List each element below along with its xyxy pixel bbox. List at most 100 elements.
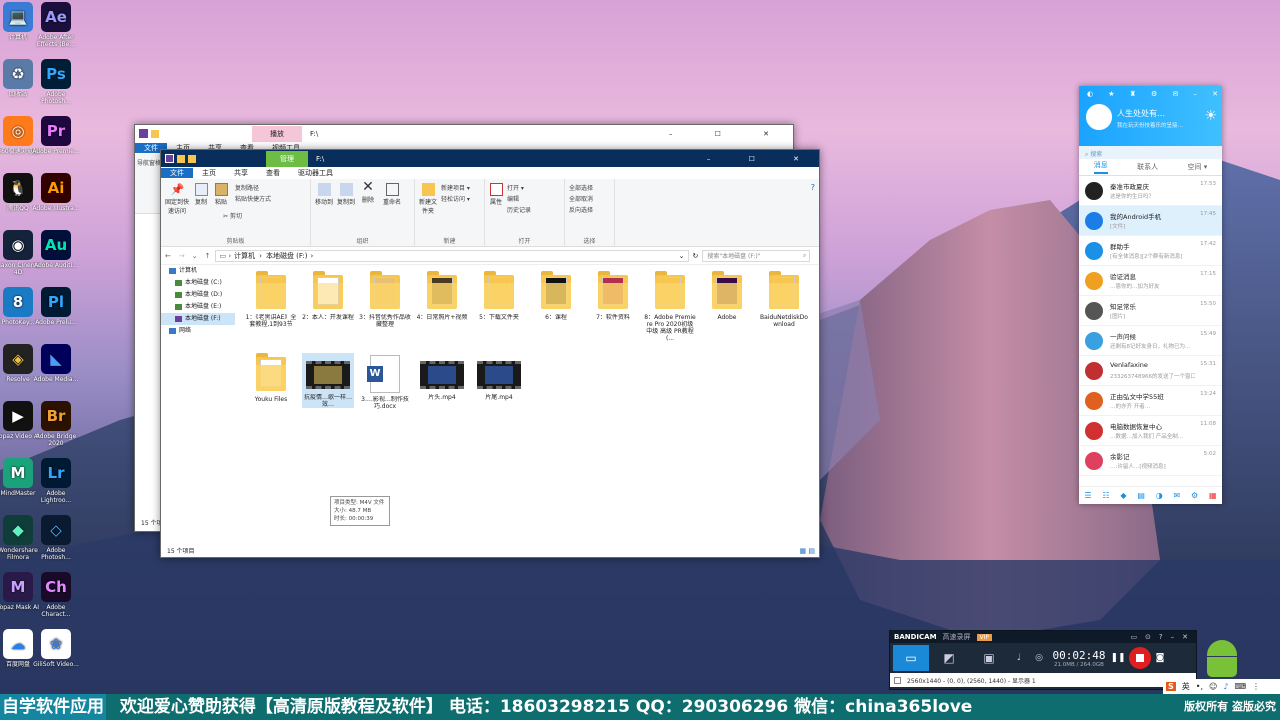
desktop-icon[interactable]: Pl Adobe Prelu... <box>32 287 80 333</box>
desktop-icon[interactable]: ❀ GiliSoft Video... <box>32 629 80 675</box>
gear-icon[interactable]: ⚙ <box>1151 90 1157 98</box>
pause-button[interactable]: ❚❚ <box>1109 653 1127 663</box>
recent-chevron-icon[interactable]: ⌄ <box>189 252 201 260</box>
explorer-window[interactable]: 管理 F:\ – ☐ ✕ 文件 主页 共享 查看 驱动器工具 📌 固定到快速访问 复制 粘… <box>160 149 820 558</box>
edit-button[interactable]: 编辑 <box>507 194 519 203</box>
mic-icon[interactable]: ♩ <box>1009 653 1029 663</box>
file-item[interactable]: Adobe <box>701 271 753 321</box>
qq-conversation-row[interactable]: 我的Android手机 [文件] 17:45 <box>1079 206 1222 236</box>
nav-pane-label[interactable]: 导航窗格 <box>137 158 161 167</box>
address-bar[interactable]: ▭ › 计算机 › 本地磁盘 (F:) › ⌄ <box>214 249 689 262</box>
window-controls[interactable]: – ☐ ✕ <box>669 130 793 138</box>
history-button[interactable]: 历史记录 <box>507 205 531 214</box>
qq-tab[interactable]: 联系人 <box>1137 162 1158 172</box>
tab-play[interactable]: 播放 <box>252 125 302 142</box>
minimize-icon[interactable]: – <box>1193 90 1197 98</box>
settings-icon[interactable]: ⚙ <box>1191 491 1198 500</box>
file-item[interactable]: 2：本人：开发课程 <box>302 271 354 321</box>
sogou-ime-icon[interactable]: S <box>1166 682 1176 691</box>
qq-nickname[interactable]: 人生处处有… <box>1117 108 1165 119</box>
qq-toolbar[interactable]: ◐ ★ ♜ ⚙ ✉ – ✕ <box>1087 90 1218 98</box>
refresh-icon[interactable]: ↻ <box>689 252 703 260</box>
menu-tab[interactable]: 共享 <box>225 168 257 178</box>
screen-mode-button[interactable]: ▭ <box>893 645 929 671</box>
desktop-icon[interactable]: Au Adobe Auditi... <box>32 230 80 276</box>
qq-conversation-row[interactable]: 知足常乐 [图片] 15:50 <box>1079 296 1222 326</box>
copy-to-button[interactable]: 复制到 <box>337 183 355 206</box>
close-icon[interactable]: ✕ <box>1212 90 1218 98</box>
easy-access-button[interactable]: 轻松访问 ▾ <box>441 194 470 203</box>
tab-manage[interactable]: 管理 <box>266 150 308 167</box>
nav-item[interactable]: 本地磁盘 (F:) <box>161 313 235 325</box>
file-item[interactable]: 6：课程 <box>530 271 582 321</box>
up-arrow-icon[interactable]: ↑ <box>201 252 215 260</box>
select-all-button[interactable]: 全部选择 <box>569 183 593 192</box>
qq-conversation-row[interactable]: 秦准市政夏庆 这是你的生日吗？ 17:53 <box>1079 176 1222 206</box>
file-icon[interactable]: ▤ <box>1137 491 1145 500</box>
nav-item[interactable]: 网络 <box>161 325 235 337</box>
ime-language[interactable]: 英 <box>1182 681 1190 692</box>
mail-icon[interactable]: ✉ <box>1174 491 1181 500</box>
punctuation-icon[interactable]: •, <box>1196 682 1203 691</box>
mail-icon[interactable]: ✉ <box>1172 90 1178 98</box>
bandicam-window[interactable]: BANDICAM 高速录屏 VIP ▭⊙?–✕ ▭ ◩ ▣ ♩ ◎ 00:02:… <box>889 630 1197 690</box>
vip-badge[interactable]: VIP <box>976 633 993 641</box>
qq-signature[interactable]: 我在玩天份技着乐的呈接… <box>1117 121 1183 129</box>
qq-conversation-row[interactable]: 正由弘文中学55班 …的亦齐 开者… 13:24 <box>1079 386 1222 416</box>
menu-tab[interactable]: 查看 <box>257 168 289 178</box>
invert-selection-button[interactable]: 反向选择 <box>569 205 593 214</box>
menu-tab[interactable]: 驱动器工具 <box>289 168 342 178</box>
view-toggle-icon[interactable]: ▦ ▤ <box>800 547 815 555</box>
forward-arrow-icon[interactable]: → <box>175 252 189 260</box>
desktop-icon[interactable]: Ai Adobe Illustra... <box>32 173 80 219</box>
nav-item[interactable]: 本地磁盘 (C:) <box>161 277 235 289</box>
qq-conversation-row[interactable]: Venlafaxine 233263748966的发送了一个窗口抖动… 15:31 <box>1079 356 1222 386</box>
qq-search-input[interactable]: ⌕ 搜索 <box>1079 146 1222 159</box>
copy-path-button[interactable]: 复制路径 <box>235 183 259 192</box>
help-icon[interactable]: ? <box>811 183 815 192</box>
breadcrumb-computer[interactable]: 计算机 <box>234 251 255 261</box>
file-item[interactable]: 1：《老黑讲AE》全套教程,1到93节 <box>245 271 297 328</box>
desktop-icon[interactable]: Ps Adobe Photosh... <box>32 59 80 105</box>
file-item[interactable]: 4：日常照片+视频 <box>416 271 468 321</box>
breadcrumb-drive[interactable]: 本地磁盘 (F:) <box>266 251 308 261</box>
keyboard-icon[interactable]: ⌨ <box>1234 682 1246 691</box>
move-to-button[interactable]: 移动到 <box>315 183 333 206</box>
delete-button[interactable]: ✕ 删除 <box>359 180 377 204</box>
qq-panel[interactable]: ◐ ★ ♜ ⚙ ✉ – ✕ 人生处处有… 我在玩天份技着乐的呈接… ☀ ⌕ 搜索 消息 联系人… <box>1079 86 1222 504</box>
pin-button[interactable]: 📌 固定到快速访问 <box>163 183 191 215</box>
tray-settings-icon[interactable]: ⋮ <box>1252 682 1260 691</box>
cut-button[interactable]: ✂ 剪切 <box>223 211 242 220</box>
qq-conversation-row[interactable]: 电脑数据恢复中心 …数据…加入我们 产品全制… 11:08 <box>1079 416 1222 446</box>
select-none-button[interactable]: 全部取消 <box>569 194 593 203</box>
apps-icon[interactable]: ▦ <box>1209 491 1217 500</box>
file-item[interactable]: 8：Adobe Premiere Pro 2020初级 中级 高级 PR教程(.… <box>644 271 696 342</box>
copy-button[interactable]: 复制 <box>193 183 209 206</box>
qq-avatar[interactable] <box>1086 104 1112 130</box>
paste-shortcut-button[interactable]: 粘贴快捷方式 <box>235 194 271 203</box>
webcam-icon[interactable]: ◎ <box>1029 653 1049 663</box>
qq-conversation-row[interactable]: 验证消息 …恩你的…加为好友 17:15 <box>1079 266 1222 296</box>
file-item[interactable]: 7：软件资料 <box>587 271 639 321</box>
contacts-icon[interactable]: ☷ <box>1102 491 1109 500</box>
game-mode-button[interactable]: ◩ <box>929 645 969 671</box>
microphone-icon[interactable]: ♪ <box>1223 682 1228 691</box>
desktop-icon[interactable]: Lr Adobe Lightroo... <box>32 458 80 504</box>
desktop-icon[interactable]: Ch Adobe Charact... <box>32 572 80 618</box>
window-controls[interactable]: – ☐ ✕ <box>707 155 819 163</box>
search-input[interactable]: 搜索"本地磁盘 (F:)" ⌕ <box>702 249 811 262</box>
screenshot-camera-icon[interactable]: ◙ <box>1151 653 1169 663</box>
file-item[interactable]: 片尾.mp4 <box>473 353 525 401</box>
desktop-icon[interactable]: Pr Adobe Premie... <box>32 116 80 162</box>
region-checkbox[interactable] <box>894 676 901 684</box>
android-mascot-icon[interactable] <box>1202 634 1242 678</box>
nav-item[interactable]: 本地磁盘 (E:) <box>161 301 235 313</box>
menu-tab[interactable]: 文件 <box>161 168 193 178</box>
file-item[interactable]: 抗疫情…歌一样…效… <box>302 353 354 408</box>
back-arrow-icon[interactable]: ← <box>161 252 175 260</box>
file-item[interactable]: Youku Files <box>245 353 297 403</box>
device-mode-button[interactable]: ▣ <box>969 645 1009 671</box>
file-item[interactable]: BaiduNetdiskDownload <box>758 271 810 328</box>
rename-button[interactable]: 重命名 <box>381 183 403 206</box>
qq-conversation-row[interactable]: 一声问候 还剩有8记好友身日，礼物已为… 15:49 <box>1079 326 1222 356</box>
